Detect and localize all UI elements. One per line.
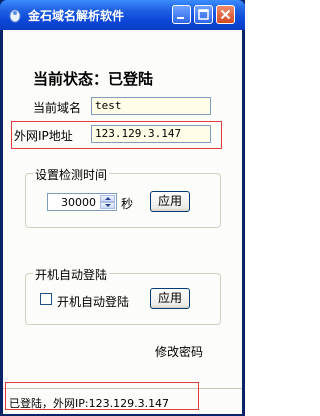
maximize-button[interactable] (194, 5, 213, 24)
increment-button[interactable] (100, 195, 115, 202)
window-title: 金石域名解析软件 (28, 9, 125, 23)
close-icon (220, 9, 231, 20)
interval-unit: 秒 (121, 197, 134, 211)
minimize-button[interactable] (172, 5, 191, 24)
interval-stepper[interactable]: 30000 (47, 193, 117, 211)
maximize-icon (198, 9, 209, 20)
autologin-checkbox[interactable] (40, 293, 52, 305)
minimize-icon (177, 17, 184, 19)
client-area: 当前状态：已登陆 当前域名 test 外网IP地址 123.129.3.147 … (3, 30, 242, 414)
app-icon (9, 9, 21, 23)
domain-field[interactable]: test (91, 97, 211, 115)
status-heading: 当前状态：已登陆 (33, 70, 154, 88)
decrement-button[interactable] (100, 202, 115, 209)
autologin-apply-button[interactable]: 应用 (150, 288, 190, 309)
title-bar[interactable]: 金石域名解析软件 (0, 0, 245, 30)
app-window: 金石域名解析软件 当前状态：已登陆 当前域名 test 外网IP地址 123.1… (0, 0, 245, 416)
chevron-down-icon (105, 204, 111, 207)
ip-label: 外网IP地址 (14, 129, 73, 143)
interval-apply-button[interactable]: 应用 (150, 191, 190, 212)
chevron-up-icon (105, 197, 111, 200)
autologin-group-title: 开机自动登陆 (33, 266, 110, 283)
interval-group-title: 设置检测时间 (33, 166, 110, 183)
close-button[interactable] (216, 5, 235, 24)
ip-field[interactable]: 123.129.3.147 (91, 125, 211, 143)
change-password-link[interactable]: 修改密码 (155, 343, 203, 360)
status-highlight-box (5, 382, 199, 410)
domain-label: 当前域名 (33, 101, 82, 115)
interval-value: 30000 (61, 196, 96, 209)
autologin-checkbox-label[interactable]: 开机自动登陆 (57, 293, 129, 310)
